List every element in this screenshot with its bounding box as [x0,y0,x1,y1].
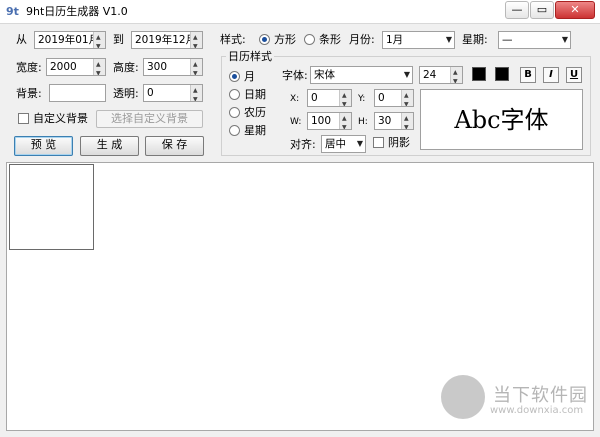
font-color-swatch[interactable] [472,67,486,81]
align-value: 居中 [325,138,346,150]
minimize-button[interactable]: — [505,1,529,19]
calendar-style-title: 日历样式 [226,49,274,65]
style-label: 样式: [220,33,246,46]
week-value: — [502,34,513,46]
font-label: 字体: [282,69,308,82]
from-label: 从 [16,33,27,46]
y-value: 0 [378,92,385,104]
month-value: 1月 [386,34,404,46]
italic-button[interactable]: I [543,67,559,83]
w-field[interactable]: 100 [307,112,352,130]
close-icon: ✕ [570,3,580,16]
align-dropdown-icon: ▼ [356,139,363,148]
to-date-value: 2019年12月 [135,34,197,46]
to-label: 到 [113,33,124,46]
custom-background-label: 自定义背景 [33,112,88,125]
calendar-style-month-label: 月 [244,70,255,83]
minimize-icon: — [511,3,523,16]
h-spinner[interactable] [401,113,413,129]
font-dropdown-icon: ▼ [403,70,410,79]
style-square-radio[interactable] [259,34,270,45]
w-label: W: [290,117,302,127]
align-label: 对齐: [290,138,316,151]
maximize-icon: ▭ [536,3,548,16]
font-size-field[interactable]: 24 [419,66,463,84]
month-dropdown-icon: ▼ [445,35,452,44]
close-button[interactable]: ✕ [555,1,595,19]
shadow-label: 阴影 [388,136,410,149]
style-bar-radio[interactable] [304,34,315,45]
month-label: 月份: [349,33,375,46]
preview-button[interactable]: 预 览 [14,136,73,156]
x-value: 0 [311,92,318,104]
calendar-style-date-radio[interactable] [229,89,240,100]
week-dropdown-icon: ▼ [561,35,568,44]
calendar-page-thumbnail[interactable] [9,164,94,250]
custom-background-checkbox[interactable] [18,113,29,124]
transparency-label: 透明: [113,87,139,100]
week-select[interactable]: — ▼ [498,31,571,49]
month-select[interactable]: 1月 ▼ [382,31,455,49]
watermark-name: 当下软件园 [493,385,588,406]
style-square-label: 方形 [274,33,296,46]
w-value: 100 [311,115,332,127]
h-label: H: [358,117,368,127]
x-label: X: [290,94,300,104]
font-size-value: 24 [423,69,437,81]
calendar-style-month-radio[interactable] [229,71,240,82]
x-field[interactable]: 0 [307,89,352,107]
choose-background-button[interactable]: 选择自定义背景 [96,110,203,128]
y-spinner[interactable] [401,90,413,106]
font-size-spinner[interactable] [450,67,462,83]
y-field[interactable]: 0 [374,89,414,107]
width-value: 2000 [50,61,77,73]
style-bar-label: 条形 [319,33,341,46]
h-field[interactable]: 30 [374,112,414,130]
to-date-field[interactable]: 2019年12月 [131,31,203,49]
y-label: Y: [358,94,366,104]
background-label: 背景: [16,87,42,100]
calendar-style-week-radio[interactable] [229,125,240,136]
font-preview-box: Abc字体 [420,89,583,150]
height-spinner[interactable] [190,59,202,75]
width-spinner[interactable] [93,59,105,75]
transparency-value: 0 [147,87,154,99]
underline-button[interactable]: U [566,67,582,83]
x-spinner[interactable] [339,90,351,106]
save-button[interactable]: 保 存 [145,136,204,156]
calendar-style-week-label: 星期 [244,124,266,137]
background-color-field[interactable] [49,84,106,102]
w-spinner[interactable] [339,113,351,129]
height-value: 300 [147,61,168,73]
calendar-style-date-label: 日期 [244,88,266,101]
title-bar: 9t 9ht日历生成器 V1.0 — ▭ ✕ [0,0,600,24]
height-field[interactable]: 300 [143,58,203,76]
watermark-logo-icon [441,375,485,419]
align-select[interactable]: 居中 ▼ [321,135,366,153]
to-date-spinner[interactable] [190,32,202,48]
calendar-style-lunar-radio[interactable] [229,107,240,118]
generate-button[interactable]: 生 成 [80,136,139,156]
week-label: 星期: [462,33,488,46]
maximize-button[interactable]: ▭ [530,1,554,19]
font-select[interactable]: 宋体 ▼ [310,66,413,84]
shadow-color-swatch[interactable] [495,67,509,81]
from-date-value: 2019年01月 [38,34,100,46]
font-value: 宋体 [314,69,335,81]
height-label: 高度: [113,61,139,74]
window-title: 9ht日历生成器 V1.0 [26,5,128,18]
shadow-checkbox[interactable] [373,137,384,148]
width-label: 宽度: [16,61,42,74]
width-field[interactable]: 2000 [46,58,106,76]
watermark-url: www.downxia.com [490,405,584,416]
calendar-style-lunar-label: 农历 [244,106,266,119]
bold-button[interactable]: B [520,67,536,83]
app-logo-icon: 9t [6,5,19,18]
from-date-field[interactable]: 2019年01月 [34,31,106,49]
transparency-spinner[interactable] [190,85,202,101]
from-date-spinner[interactable] [93,32,105,48]
h-value: 30 [378,115,392,127]
transparency-field[interactable]: 0 [143,84,203,102]
